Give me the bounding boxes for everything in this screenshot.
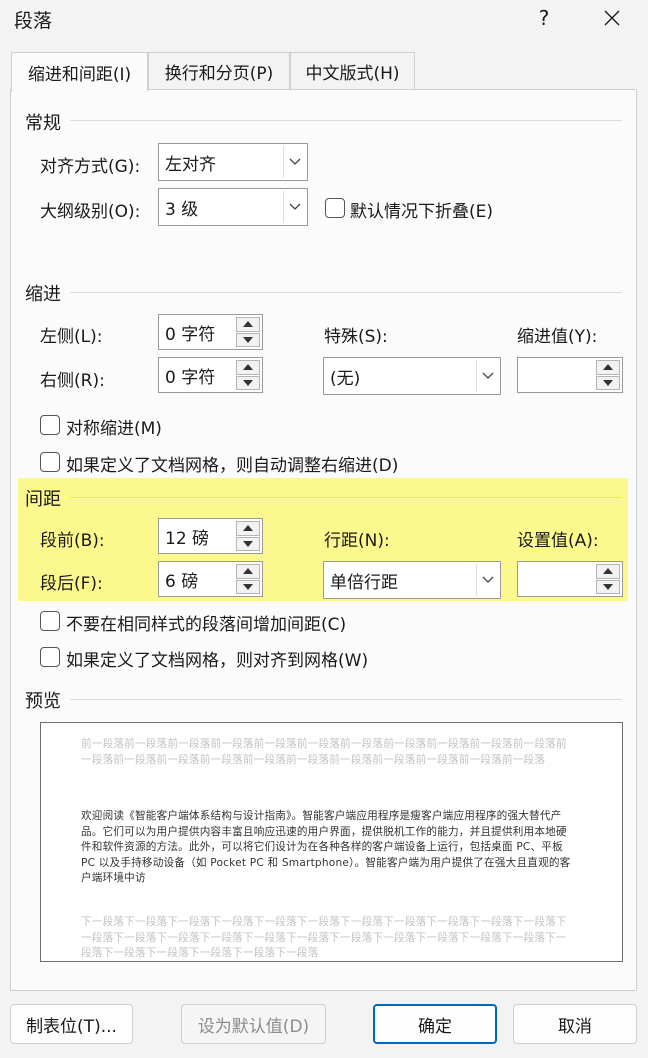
spin-up-icon[interactable] [236,564,260,579]
special-combo[interactable]: (无) [323,357,501,395]
outline-level-value: 3 级 [165,199,199,220]
line-spacing-label: 行距(N): [324,531,390,551]
window-title: 段落 [14,10,53,32]
tab-label: 换行和分页(P) [164,64,274,84]
auto-adjust-indent-label: 如果定义了文档网格，则自动调整右缩进(D) [66,456,399,476]
spin-up-icon[interactable] [236,360,260,375]
spin-up-icon[interactable] [236,521,260,536]
preview-pane: 前一段落前一段落前一段落前一段落前一段落前一段落前一段落前一段落前一段落前一段落… [40,722,623,962]
outline-level-label: 大纲级别(O): [40,202,141,222]
line-spacing-value: 单倍行距 [330,572,398,593]
line-spacing-combo[interactable]: 单倍行距 [323,561,501,599]
close-button[interactable] [592,4,632,32]
tabs-button[interactable]: 制表位(T)... [10,1004,133,1044]
spin-down-icon[interactable] [236,536,260,551]
auto-adjust-indent-checkbox[interactable] [40,452,60,472]
divider [70,699,622,700]
indent-right-value: 0 字符 [165,367,216,388]
preview-heading: 预览 [25,691,61,712]
chevron-down-icon[interactable] [476,360,498,392]
spin-down-icon[interactable] [236,579,260,594]
set-default-button[interactable]: 设为默认值(D) [181,1004,326,1044]
spin-down-icon[interactable] [236,332,260,347]
snap-to-grid-label: 如果定义了文档网格，则对齐到网格(W) [66,651,369,671]
indent-by-label: 缩进值(Y): [517,327,598,347]
collapse-default-checkbox[interactable] [325,198,345,218]
spin-down-icon[interactable] [236,375,260,390]
no-space-same-style-label: 不要在相同样式的段落间增加间距(C) [66,615,347,635]
indent-right-label: 右侧(R): [40,371,105,391]
special-value: (无) [330,368,361,389]
help-button[interactable]: ? [524,4,564,32]
indent-left-value: 0 字符 [165,324,216,345]
spacing-heading: 间距 [25,489,61,510]
preview-previous-paragraph: 前一段落前一段落前一段落前一段落前一段落前一段落前一段落前一段落前一段落前一段落… [81,738,567,766]
alignment-combo[interactable]: 左对齐 [158,143,308,181]
tab-label: 缩进和间距(I) [27,65,132,85]
preview-next-paragraph: 下一段落下一段落下一段落下一段落下一段落下一段落下一段落下一段落下一段落下一段落… [81,916,567,959]
special-label: 特殊(S): [324,327,388,347]
alignment-label: 对齐方式(G): [40,157,141,177]
no-space-same-style-checkbox[interactable] [40,611,60,631]
spin-down-icon[interactable] [596,579,620,594]
ok-button[interactable]: 确定 [373,1004,497,1044]
indent-left-label: 左侧(L): [40,327,103,347]
tab-line-page-breaks[interactable]: 换行和分页(P) [148,52,290,90]
indent-by-spinner[interactable] [517,357,623,393]
spin-up-icon[interactable] [596,360,620,375]
chevron-down-icon[interactable] [283,146,305,178]
outline-level-combo[interactable]: 3 级 [158,188,308,226]
chevron-down-icon[interactable] [283,191,305,223]
spacing-at-label: 设置值(A): [517,531,599,551]
cancel-button[interactable]: 取消 [513,1004,637,1044]
divider [70,120,622,121]
spacing-after-label: 段后(F): [40,574,103,594]
indent-left-spinner[interactable]: 0 字符 [158,314,263,350]
preview-current-paragraph: 欢迎阅读《智能客户端体系结构与设计指南》。智能客户端应用程序是瘦客户端应用程序的… [81,810,571,884]
spacing-after-spinner[interactable]: 6 磅 [158,561,263,597]
indent-right-spinner[interactable]: 0 字符 [158,357,263,393]
spacing-before-spinner[interactable]: 12 磅 [158,518,263,554]
mirror-indent-checkbox[interactable] [40,415,60,435]
spin-down-icon[interactable] [596,375,620,390]
snap-to-grid-checkbox[interactable] [40,647,60,667]
alignment-value: 左对齐 [165,154,216,175]
spacing-at-spinner[interactable] [517,561,623,597]
chevron-down-icon[interactable] [476,564,498,596]
spacing-before-label: 段前(B): [40,531,105,551]
spin-up-icon[interactable] [236,317,260,332]
spin-up-icon[interactable] [596,564,620,579]
mirror-indent-label: 对称缩进(M) [66,419,162,439]
spacing-after-value: 6 磅 [165,571,199,592]
tab-label: 中文版式(H) [305,64,400,84]
divider [70,292,622,293]
close-icon [604,10,620,26]
divider [70,497,622,498]
tab-indent-spacing[interactable]: 缩进和间距(I) [11,52,148,92]
tab-asian-typography[interactable]: 中文版式(H) [290,52,415,90]
spacing-before-value: 12 磅 [165,528,210,549]
indent-heading: 缩进 [25,284,61,305]
general-heading: 常规 [25,113,61,134]
collapse-default-label: 默认情况下折叠(E) [350,202,494,222]
